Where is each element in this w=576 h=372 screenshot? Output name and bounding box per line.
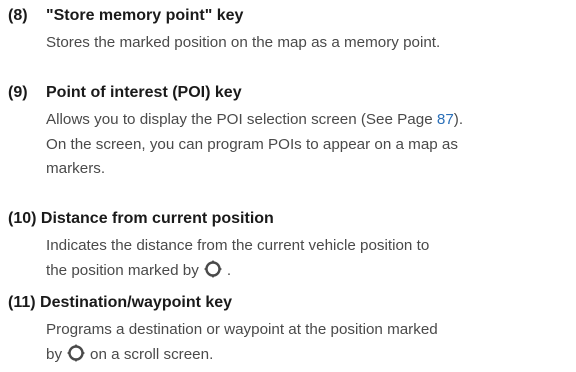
entry-heading: (10) Distance from current position [8,210,274,227]
position-cursor-icon [67,343,86,362]
description-text: on a scroll screen. [90,345,214,363]
entry-description: Allows you to display the POI selection … [46,108,573,182]
entry-number: (8) [8,7,28,24]
entry-heading: (11) Destination/waypoint key [8,294,233,311]
description-line: Stores the marked position on the map as… [46,34,441,51]
entry-description: Indicates the distance from the current … [46,234,573,283]
page-reference-link[interactable]: 87 [437,111,454,128]
description-text: by [46,345,63,363]
description-line: Programs a destination or waypoint at th… [46,321,438,338]
description-text: . [226,261,232,279]
manual-page: (8) "Store memory point" key Stores the … [0,0,576,372]
description-text: Allows you to display the POI selection … [46,111,437,128]
entry-number: (9) [8,84,28,101]
description-line: Indicates the distance from the current … [46,237,430,254]
description-line: On the screen, you can program POIs to a… [46,135,458,153]
description-line: markers. [46,160,106,177]
entry-title: "Store memory point" key [46,7,244,24]
description-line: the position marked by. [46,259,573,284]
entry-description: Stores the marked position on the map as… [46,31,573,56]
entry-description: Programs a destination or waypoint at th… [46,318,573,367]
entry-title: Point of interest (POI) key [46,84,242,101]
position-cursor-icon [203,259,222,278]
description-line: by on a scroll screen. [46,343,573,368]
description-text: ). [453,111,464,128]
description-text: the position marked by [46,261,199,279]
description-line: Allows you to display the POI selection … [46,108,573,133]
